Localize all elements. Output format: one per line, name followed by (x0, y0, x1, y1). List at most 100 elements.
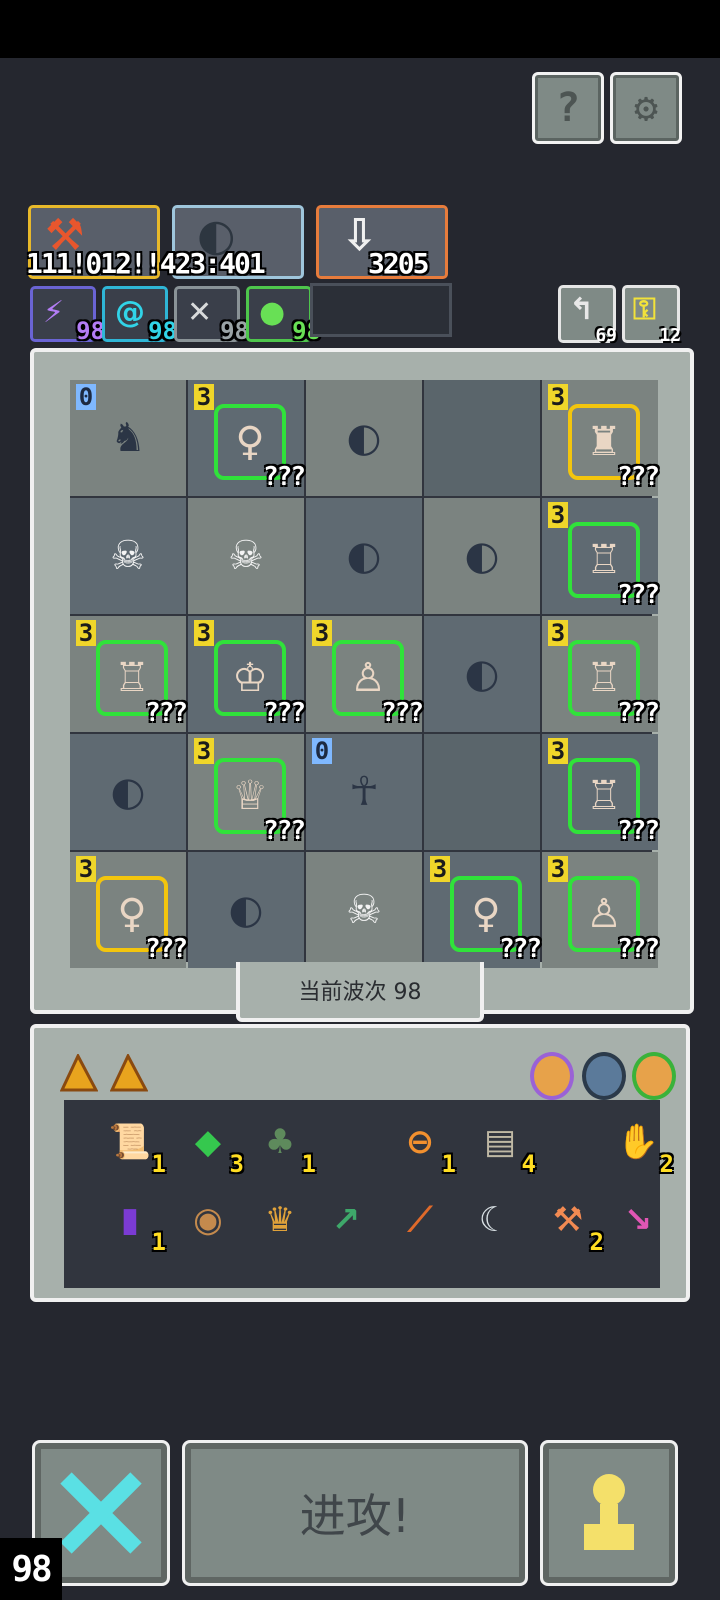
gear-icon: ⚙ (633, 85, 659, 131)
hand-icon[interactable]: ✋ 2 (612, 1114, 674, 1178)
unknown-stat-label: ??? (617, 934, 660, 964)
gem-icon[interactable]: ◆ 3 (182, 1114, 244, 1178)
unknown-stat-label: ??? (145, 934, 188, 964)
unknown-stat-label: ??? (263, 698, 306, 728)
wave-label: 当前波次 98 (298, 980, 422, 1005)
attribute-swords[interactable]: ✕ 98 (174, 286, 249, 345)
unknown-stat-label: ??? (263, 816, 306, 846)
board-cell[interactable]: ♖ 3??? (542, 616, 660, 732)
unit-sprite: ☥ (349, 769, 379, 815)
inventory-header (44, 1036, 678, 1100)
triangle-rune-icon[interactable] (59, 1052, 99, 1092)
attribute-value: 98 (220, 317, 249, 345)
combined-stat-number: 111!012!!423:401 (26, 247, 266, 280)
arrow-icon[interactable]: ↗ (320, 1192, 372, 1248)
moon-orb-icon[interactable]: ☾ (468, 1192, 520, 1248)
board-cell[interactable] (424, 734, 540, 850)
unit-level-badge: 3 (548, 856, 568, 882)
help-button[interactable]: ? (532, 72, 604, 144)
board-cell[interactable]: ◐ (424, 498, 540, 614)
board-cell[interactable]: ◐ (70, 734, 186, 850)
unit-level-badge: 0 (312, 738, 332, 764)
board-cell[interactable]: ♖ 3??? (542, 498, 660, 614)
swirl-icon: @ (115, 295, 145, 330)
board-cell[interactable] (424, 380, 540, 496)
item-count: 2 (659, 1150, 674, 1178)
map-icon[interactable]: ▤ 4 (474, 1114, 536, 1178)
attribute-orb[interactable]: ● 98 (246, 286, 321, 345)
board-cell[interactable]: ♀ 3??? (424, 852, 542, 968)
purple-ring-icon[interactable] (530, 1052, 574, 1100)
pink-arrow-icon[interactable]: ↘ (612, 1192, 664, 1248)
attribute-lightning[interactable]: ⚡ 98 (30, 286, 105, 345)
board-cell[interactable]: ☠ (70, 498, 186, 614)
unit-button[interactable] (540, 1440, 678, 1586)
board-cell[interactable]: ☠ (306, 852, 422, 968)
reroll-button[interactable]: ↰ 69 (558, 285, 617, 346)
triangle-rune-icon[interactable] (109, 1052, 149, 1092)
board-cell[interactable]: ♖ 3??? (70, 616, 188, 732)
crown-icon[interactable]: ♛ (254, 1192, 306, 1248)
key-button[interactable]: ⚿ 12 (622, 285, 681, 346)
board-cell[interactable]: ◐ (306, 498, 422, 614)
item-count: 1 (441, 1150, 456, 1178)
orb-icon: ● (259, 295, 286, 330)
unknown-stat-label: ??? (145, 698, 188, 728)
axe-icon[interactable]: ⚒ 2 (542, 1192, 604, 1256)
board-cell[interactable]: ♀ 3??? (188, 380, 306, 496)
unit-level-badge: 3 (312, 620, 332, 646)
unit-sprite: ☠ (346, 887, 382, 933)
attribute-swirl[interactable]: @ 98 (102, 286, 177, 345)
unit-level-badge: 3 (548, 738, 568, 764)
unit-level-badge: 3 (76, 856, 96, 882)
scroll-icon[interactable]: 📜 1 (104, 1114, 166, 1178)
unit-level-badge: 3 (194, 738, 214, 764)
board-cell[interactable]: ◐ (306, 380, 422, 496)
board-cell[interactable]: ♕ 3??? (188, 734, 306, 850)
unknown-stat-label: ??? (499, 934, 542, 964)
pawn-icon (584, 1474, 634, 1550)
blade-icon[interactable]: ⟋ (394, 1192, 446, 1248)
board-cell[interactable]: ♜ 3??? (542, 380, 660, 496)
item-glyph: ↘ (623, 1200, 653, 1240)
unit-sprite: ♞ (110, 415, 146, 461)
key-icon: ⚿ (633, 292, 656, 327)
board-cell[interactable]: ◐ (188, 852, 304, 968)
question-mark-icon: ? (555, 85, 581, 131)
settings-button[interactable]: ⚙ (610, 72, 682, 144)
unknown-stat-label: ??? (617, 816, 660, 846)
battle-board: ♞ 0 ♀ 3??? ◐ ♜ 3??? ☠ ☠ ◐ ◐ ♖ 3??? ♖ 3??? ♔ 3??? ♙ 3??? ◐ ♖ 3… (30, 348, 694, 1014)
unit-level-badge: 3 (194, 620, 214, 646)
reroll-icon: ↰ (569, 292, 595, 327)
lightning-icon: ⚡ (43, 295, 65, 330)
goblin-icon[interactable]: ♣ 1 (254, 1114, 316, 1178)
board-cell[interactable]: ♖ 3??? (542, 734, 660, 850)
portal-icon[interactable]: ◉ (182, 1192, 234, 1248)
unknown-stat-label: ??? (617, 462, 660, 492)
item-count: 1 (301, 1150, 316, 1178)
board-cell[interactable]: ◐ (424, 616, 540, 732)
attribute-value: 98 (76, 317, 105, 345)
inventory-panel: 📜 1 ◆ 3 ♣ 1 ⊖ 1 ▤ 4 ✋ 2 ▮ 1 ◉ ♛ ↗ ⟋ ☾ ⚒ 2 ↘ (30, 1024, 690, 1302)
item-glyph: 📜 (108, 1122, 152, 1162)
item-count: 3 (229, 1150, 244, 1178)
unit-level-badge: 3 (194, 384, 214, 410)
dark-ring-icon[interactable] (582, 1052, 626, 1100)
attack-label: 进攻! (299, 1489, 411, 1543)
board-grid: ♞ 0 ♀ 3??? ◐ ♜ 3??? ☠ ☠ ◐ ◐ ♖ 3??? ♖ 3??? ♔ 3??? ♙ 3??? ◐ ♖ 3… (70, 380, 660, 968)
item-count: 2 (589, 1228, 604, 1256)
board-cell[interactable]: ♙ 3??? (542, 852, 660, 968)
item-count: 4 (521, 1150, 536, 1178)
attack-button[interactable]: 进攻! (182, 1440, 528, 1586)
board-cell[interactable]: ♞ 0 (70, 380, 186, 496)
status-bar (0, 0, 720, 58)
board-cell[interactable]: ♀ 3??? (70, 852, 188, 968)
board-cell[interactable]: ♔ 3??? (188, 616, 306, 732)
green-ring-icon[interactable] (632, 1052, 676, 1100)
potion-icon[interactable]: ▮ 1 (104, 1192, 166, 1256)
board-cell[interactable]: ☠ (188, 498, 304, 614)
board-cell[interactable]: ☥ 0 (306, 734, 422, 850)
ring-icon[interactable]: ⊖ 1 (394, 1114, 456, 1178)
board-cell[interactable]: ♙ 3??? (306, 616, 424, 732)
item-glyph: ♣ (264, 1122, 296, 1162)
